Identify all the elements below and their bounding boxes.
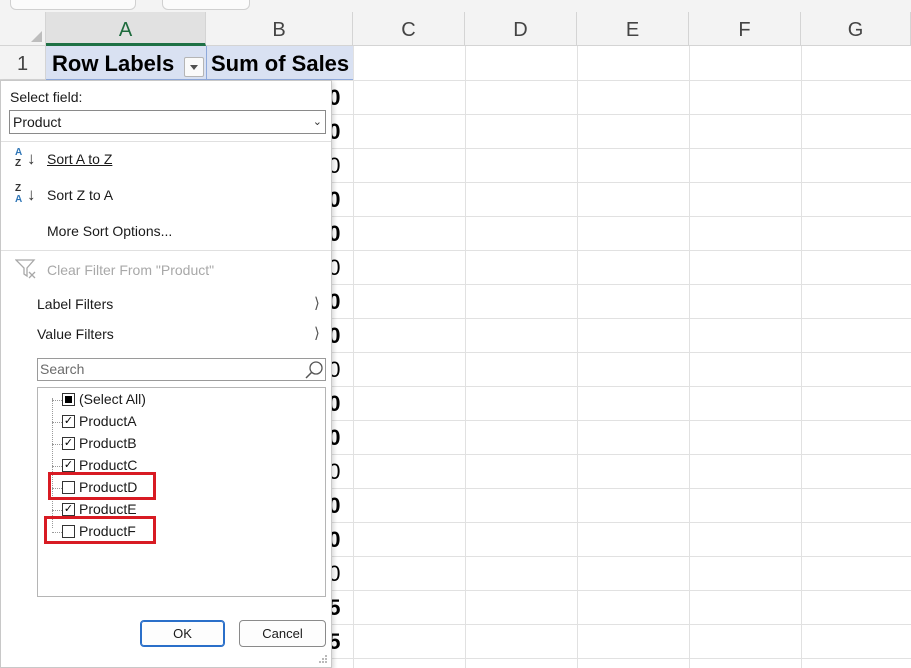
- ok-button[interactable]: OK: [140, 620, 225, 647]
- search-placeholder: Search: [40, 361, 85, 377]
- gridline: [801, 46, 802, 668]
- tree-connector: [52, 398, 53, 528]
- value-filters-label: Value Filters: [37, 326, 114, 342]
- column-header-f[interactable]: F: [689, 12, 801, 46]
- ribbon-tab[interactable]: [162, 0, 250, 10]
- row-labels-header[interactable]: Row Labels: [46, 46, 206, 80]
- gridline: [353, 46, 354, 668]
- ribbon-tab[interactable]: [10, 0, 136, 10]
- filter-item-label: ProductA: [79, 413, 137, 429]
- checkbox[interactable]: ✓: [62, 503, 75, 516]
- more-sort-options-label: More Sort Options...: [47, 223, 173, 239]
- clear-filter-label: Clear Filter From "Product": [47, 262, 215, 278]
- select-field-label: Select field:: [10, 89, 83, 105]
- select-all-corner[interactable]: [0, 12, 46, 46]
- column-header-g[interactable]: G: [801, 12, 911, 46]
- column-header-a[interactable]: A: [46, 12, 206, 46]
- sheet-top-strip: [0, 0, 911, 12]
- row-header-1[interactable]: 1: [0, 46, 46, 80]
- column-header-e[interactable]: E: [577, 12, 689, 46]
- sort-ascending-icon: A Z ↓: [15, 147, 36, 169]
- sort-a-to-z-item[interactable]: Sort A to Z: [47, 151, 112, 167]
- select-field-dropdown[interactable]: Product ⌄: [9, 110, 326, 134]
- gridline: [689, 46, 690, 668]
- tree-connector: [52, 444, 62, 445]
- tree-connector: [52, 510, 62, 511]
- label-filters-item[interactable]: Label Filters: [37, 296, 113, 312]
- sort-z-to-a-item[interactable]: Sort Z to A: [47, 187, 113, 203]
- chevron-down-icon: ⌄: [312, 116, 322, 128]
- highlight-box: [48, 472, 156, 500]
- gridline: [465, 46, 466, 668]
- submenu-arrow-icon: ⟩: [314, 325, 320, 342]
- column-header-b[interactable]: B: [206, 12, 353, 46]
- sort-descending-icon: Z A ↓: [15, 183, 36, 205]
- column-header-c[interactable]: C: [353, 12, 465, 46]
- selected-field-value: Product: [13, 114, 62, 130]
- clear-filter-item: Clear Filter From "Product": [47, 262, 214, 278]
- column-header-d[interactable]: D: [465, 12, 577, 46]
- more-sort-options-item[interactable]: More Sort Options...: [47, 223, 172, 239]
- tree-connector: [52, 400, 62, 401]
- checkbox[interactable]: [62, 393, 75, 406]
- search-input[interactable]: Search: [37, 358, 326, 381]
- divider: [1, 141, 331, 142]
- filter-item-label: ProductB: [79, 435, 137, 451]
- divider: [1, 250, 331, 251]
- sum-of-sales-header[interactable]: Sum of Sales: [206, 46, 353, 80]
- highlight-box: [44, 516, 156, 544]
- sort-a-to-z-label: Sort A to Z: [47, 151, 113, 167]
- checkbox[interactable]: ✓: [62, 437, 75, 450]
- search-icon[interactable]: [304, 360, 324, 380]
- filter-item-label: ProductE: [79, 501, 137, 517]
- checkbox[interactable]: ✓: [62, 459, 75, 472]
- filter-item-label: (Select All): [79, 391, 146, 407]
- filter-dropdown-panel: Select field: Product ⌄ A Z ↓ Sort A to Z …: [0, 80, 332, 668]
- row-labels-filter-button[interactable]: [184, 57, 204, 77]
- value-filters-item[interactable]: Value Filters: [37, 326, 114, 342]
- label-filters-label: Label Filters: [37, 296, 114, 312]
- gridline: [577, 46, 578, 668]
- clear-filter-icon: [15, 259, 36, 279]
- sort-z-to-a-label: Sort Z to A: [47, 187, 114, 203]
- cancel-button[interactable]: Cancel: [239, 620, 326, 647]
- checkbox[interactable]: ✓: [62, 415, 75, 428]
- submenu-arrow-icon: ⟩: [314, 295, 320, 312]
- resize-grip-icon[interactable]: [318, 654, 328, 664]
- tree-connector: [52, 466, 62, 467]
- tree-connector: [52, 422, 62, 423]
- filter-item-label: ProductC: [79, 457, 138, 473]
